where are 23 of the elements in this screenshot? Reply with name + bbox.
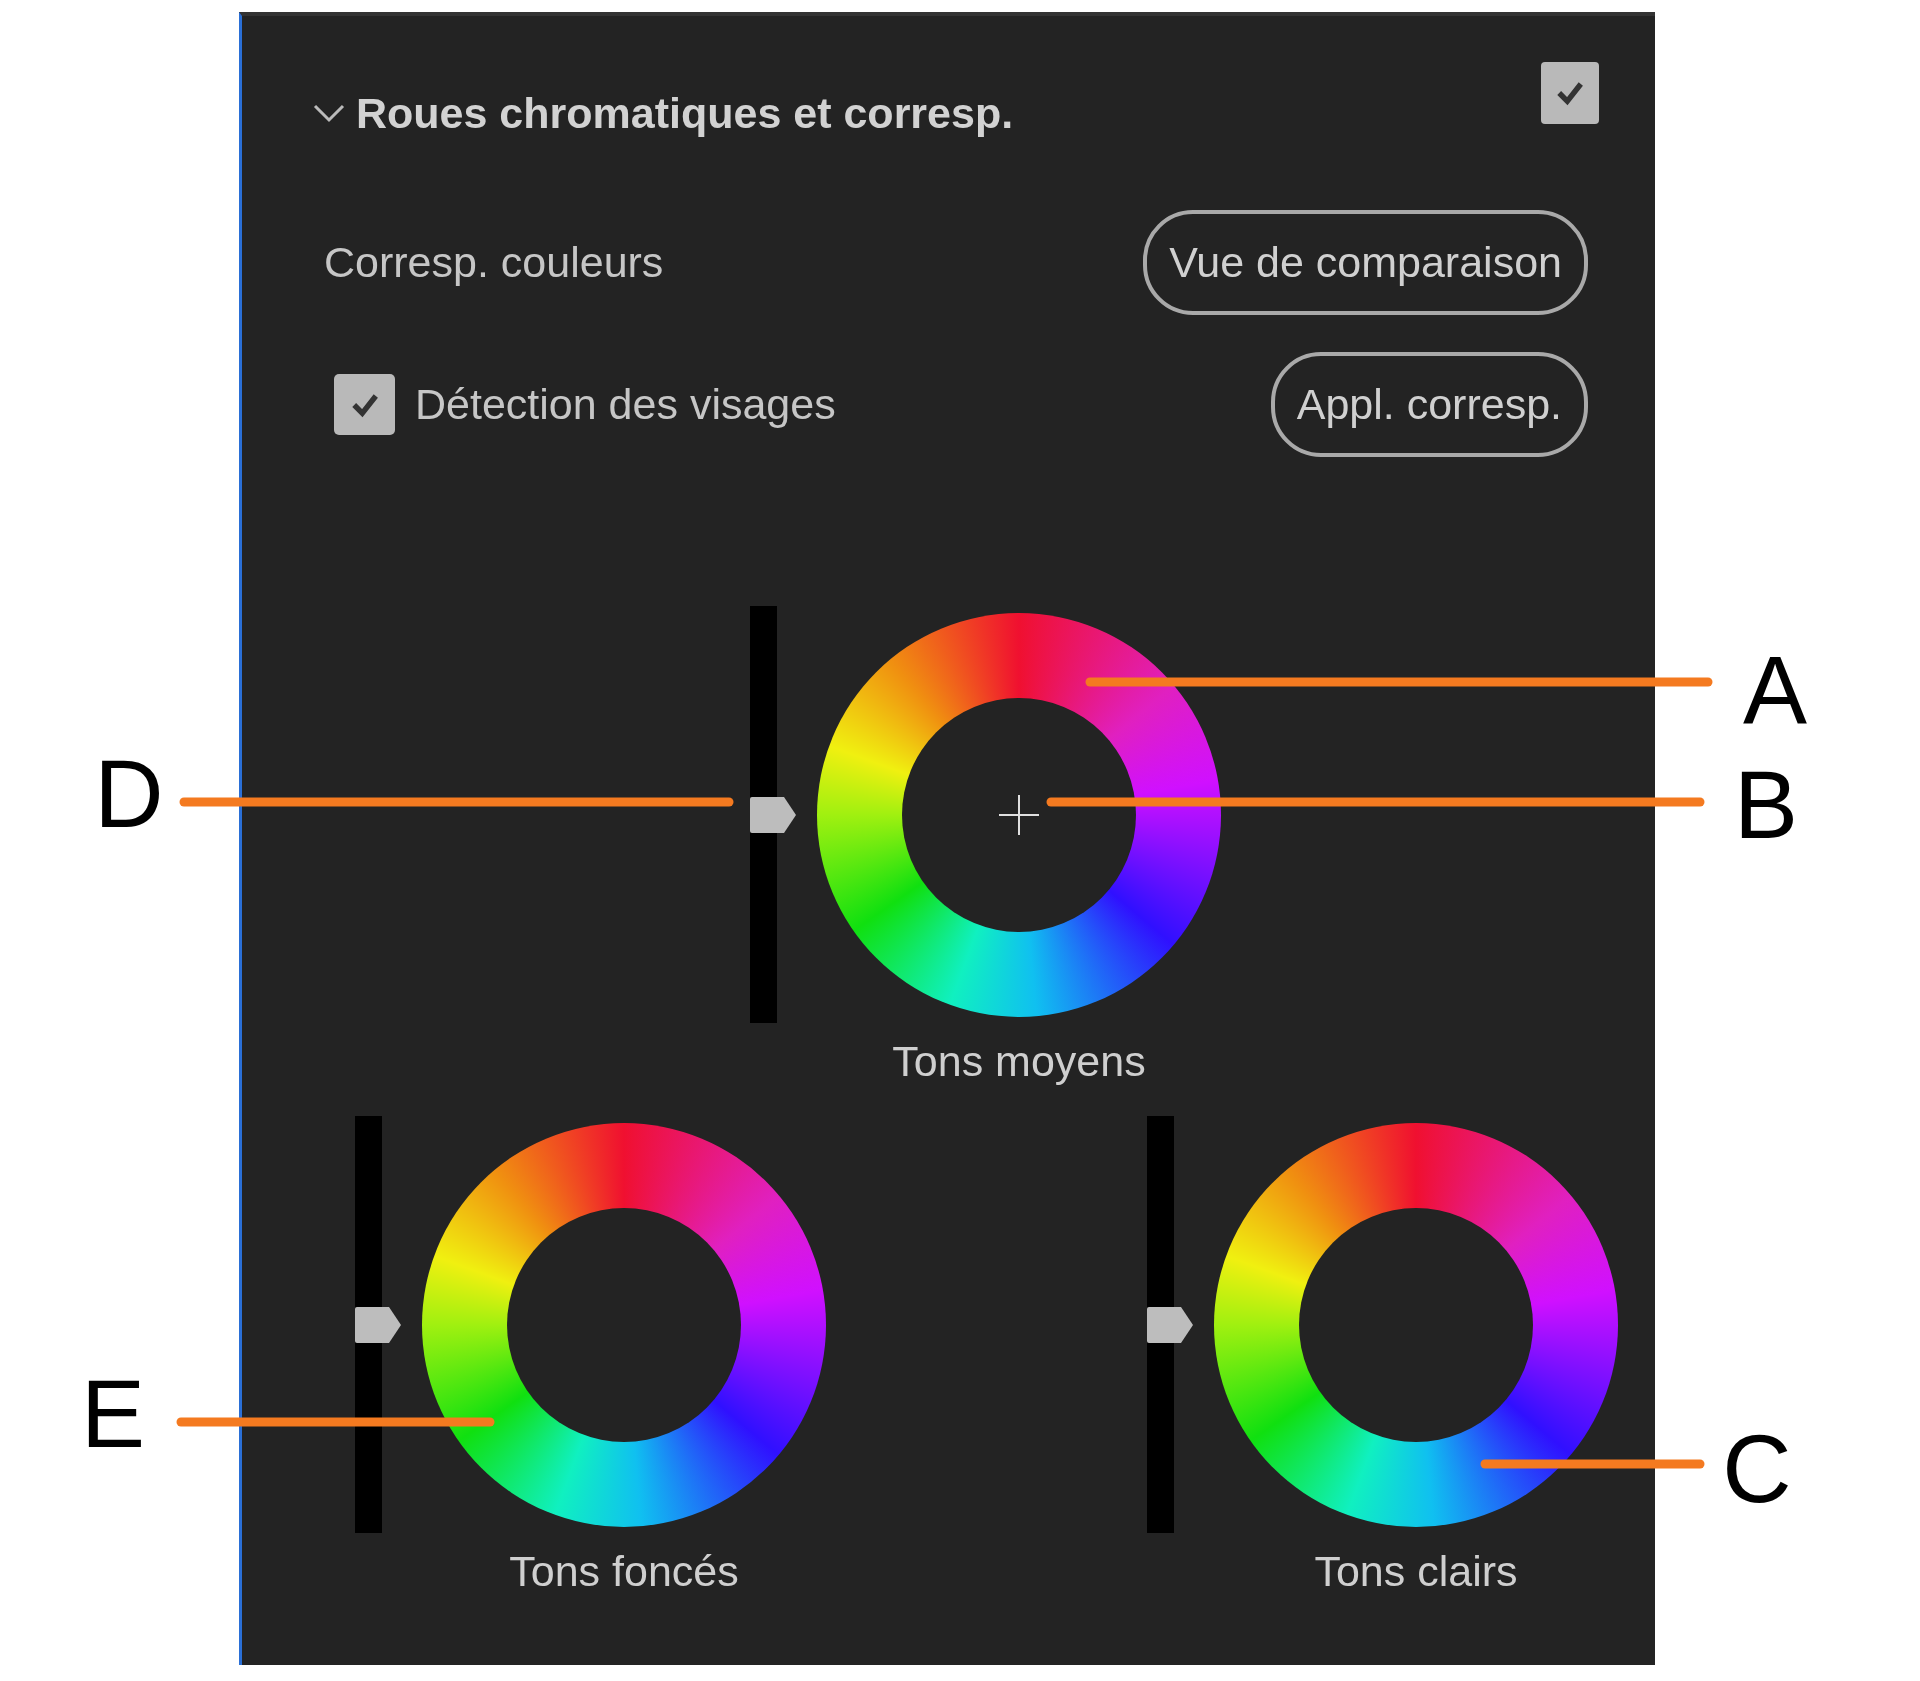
apply-match-button[interactable]: Appl. corresp.	[1270, 352, 1588, 457]
callout-letter: D	[94, 746, 164, 842]
face-detection-checkbox[interactable]	[334, 374, 395, 435]
slider-thumb[interactable]	[750, 796, 796, 833]
slider-thumb[interactable]	[355, 1306, 401, 1343]
callout-letter: A	[1743, 642, 1807, 738]
face-detection-label: Détection des visages	[415, 380, 836, 429]
slider-thumb[interactable]	[1147, 1306, 1193, 1343]
enable-checkbox[interactable]	[1541, 62, 1599, 124]
callout-letter: E	[81, 1366, 145, 1462]
wheel-label: Tons moyens	[891, 1037, 1147, 1086]
callout-letter: B	[1734, 757, 1798, 853]
crosshair-icon[interactable]	[999, 794, 1039, 835]
luminance-slider[interactable]	[355, 1116, 401, 1533]
wheel-label: Tons foncés	[508, 1547, 740, 1596]
luminance-slider[interactable]	[1147, 1116, 1193, 1533]
callout-letter: C	[1722, 1421, 1792, 1517]
chevron-icon[interactable]	[312, 103, 346, 123]
section-title: Roues chromatiques et corresp.	[356, 88, 1015, 138]
luminance-slider[interactable]	[750, 606, 796, 1023]
comparison-view-button[interactable]: Vue de comparaison	[1143, 210, 1588, 315]
wheel-label: Tons clairs	[1313, 1547, 1519, 1596]
color-match-label: Corresp. couleurs	[324, 238, 664, 287]
